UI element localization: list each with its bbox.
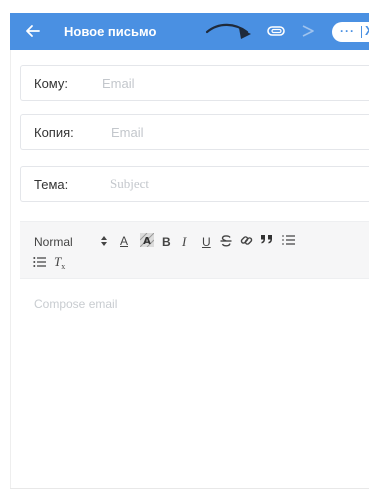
subject-input[interactable]: [110, 173, 350, 195]
back-arrow-icon[interactable]: [24, 22, 42, 40]
paperclip-icon[interactable]: [266, 23, 286, 39]
send-icon[interactable]: [300, 23, 316, 39]
more-actions-button[interactable]: ··· X: [332, 22, 369, 42]
cc-label: Копия:: [34, 125, 74, 140]
compose-header: Новое письмо ··· X: [10, 13, 369, 50]
formatting-toolbar: Normal A A B I U Tx: [20, 221, 369, 279]
to-email-input[interactable]: [102, 72, 342, 94]
pointer-arrow-icon: [205, 19, 267, 43]
close-icon[interactable]: X: [365, 23, 369, 39]
subject-label: Тема:: [34, 177, 69, 192]
ordered-list-icon[interactable]: [282, 234, 296, 246]
cc-field[interactable]: Копия:: [20, 114, 369, 150]
background-color-icon[interactable]: A: [139, 232, 155, 248]
to-label: Кому:: [34, 76, 68, 91]
strikethrough-button[interactable]: [220, 234, 232, 251]
to-field[interactable]: Кому:: [20, 65, 369, 101]
compose-placeholder: Compose email: [34, 297, 118, 311]
bold-button[interactable]: B: [162, 235, 171, 249]
more-dots-icon: ···: [340, 24, 355, 38]
link-icon[interactable]: [240, 234, 253, 250]
cc-email-input[interactable]: [111, 121, 351, 143]
underline-button[interactable]: U: [202, 235, 211, 249]
bullet-list-icon[interactable]: [33, 256, 47, 268]
text-color-button[interactable]: A: [120, 234, 128, 248]
panel-left-border: [10, 50, 11, 488]
italic-button[interactable]: I: [182, 235, 186, 249]
button-separator: [361, 26, 362, 38]
clear-format-sub: x: [61, 262, 66, 271]
compose-editor[interactable]: Compose email: [20, 281, 369, 481]
compose-title: Новое письмо: [64, 24, 157, 39]
panel-bottom-border: [10, 488, 369, 489]
svg-text:A: A: [143, 236, 151, 247]
format-select[interactable]: Normal: [34, 235, 73, 249]
subject-field[interactable]: Тема:: [20, 166, 369, 202]
clear-format-button[interactable]: Tx: [54, 255, 66, 272]
format-dropdown-icon[interactable]: [100, 235, 108, 251]
blockquote-icon[interactable]: [260, 233, 274, 248]
